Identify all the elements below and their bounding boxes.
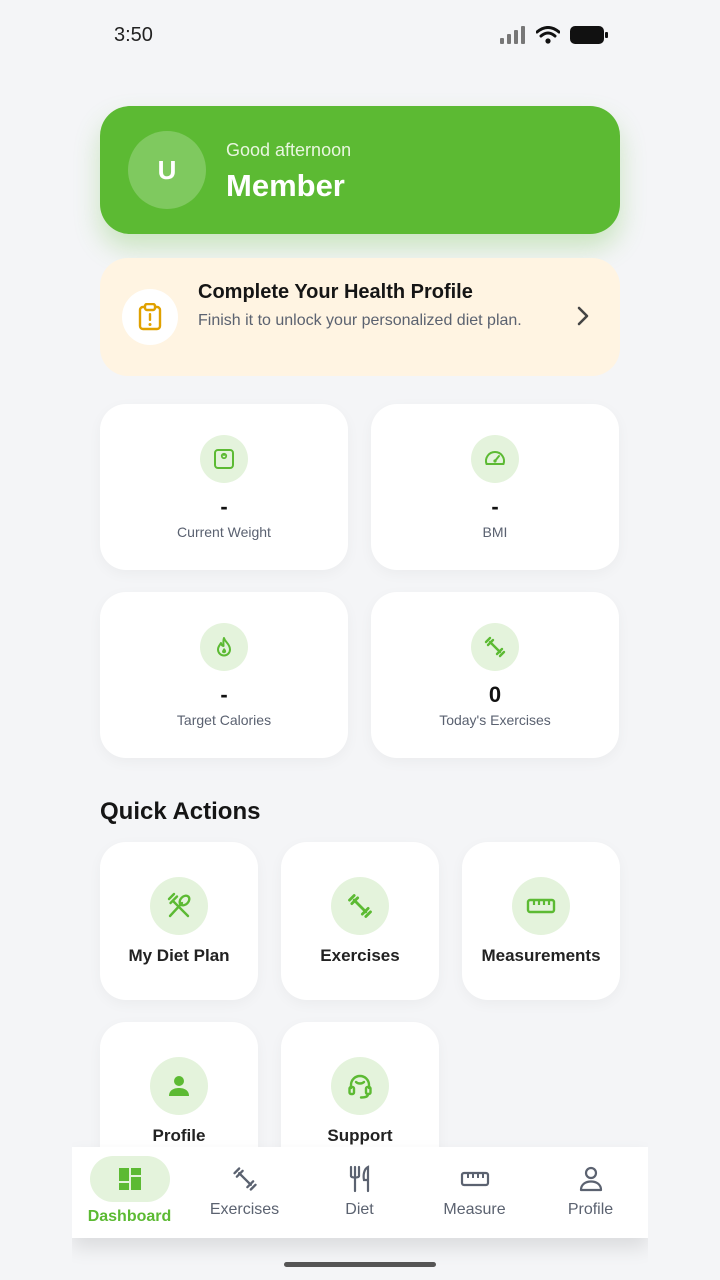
nav-item-diet[interactable]: Diet <box>302 1147 417 1238</box>
stat-label: Today's Exercises <box>439 712 551 728</box>
quick-action-label: Measurements <box>481 946 601 965</box>
dumbbell-icon <box>471 623 519 671</box>
stat-label: Target Calories <box>176 712 272 728</box>
stat-card-current-weight[interactable]: - Current Weight <box>100 404 348 570</box>
stat-card-bmi[interactable]: - BMI <box>371 404 619 570</box>
person-icon <box>150 1057 208 1115</box>
dumbbell-icon <box>205 1156 285 1202</box>
home-indicator <box>284 1262 436 1267</box>
quick-action-label: Profile <box>152 1126 206 1145</box>
headset-icon <box>331 1057 389 1115</box>
nav-label: Measure <box>443 1201 506 1218</box>
speedometer-icon <box>471 435 519 483</box>
stat-value: - <box>220 682 228 707</box>
bottom-navigation: Dashboard Exercises Diet Measure Profile <box>72 1147 648 1238</box>
quick-actions-title: Quick Actions <box>100 798 261 825</box>
nav-label: Diet <box>345 1201 374 1218</box>
stat-value: 0 <box>488 682 502 707</box>
quick-action-my-diet-plan[interactable]: My Diet Plan <box>100 842 258 1000</box>
clipboard-alert-icon <box>122 289 178 345</box>
dashboard-icon <box>89 1156 170 1202</box>
person-icon <box>551 1156 631 1202</box>
battery-icon <box>570 26 608 44</box>
stat-card-target-calories[interactable]: - Target Calories <box>100 592 348 758</box>
quick-action-exercises[interactable]: Exercises <box>281 842 439 1000</box>
ruler-icon <box>435 1156 515 1202</box>
wifi-icon <box>536 26 560 44</box>
nav-item-dashboard[interactable]: Dashboard <box>72 1147 187 1238</box>
chevron-right-icon <box>577 306 589 326</box>
nav-label: Profile <box>567 1201 614 1218</box>
quick-action-label: My Diet Plan <box>128 946 230 965</box>
avatar[interactable]: U <box>128 131 206 209</box>
complete-profile-banner[interactable]: Complete Your Health Profile Finish it t… <box>100 258 620 376</box>
greeting-card: U Good afternoon Member <box>100 106 620 234</box>
banner-title: Complete Your Health Profile <box>198 281 473 303</box>
utensils-icon <box>150 877 208 935</box>
quick-action-label: Exercises <box>320 946 400 965</box>
nav-item-measure[interactable]: Measure <box>417 1147 532 1238</box>
nav-item-profile[interactable]: Profile <box>533 1147 648 1238</box>
flame-icon <box>200 623 248 671</box>
status-time: 3:50 <box>114 24 153 46</box>
quick-action-label: Support <box>327 1126 393 1145</box>
stat-value: - <box>220 494 228 519</box>
status-icons <box>500 26 608 44</box>
status-bar: 3:50 <box>72 0 648 72</box>
stat-label: BMI <box>482 524 508 540</box>
stat-value: - <box>491 494 499 519</box>
stat-label: Current Weight <box>177 524 271 540</box>
fork-knife-icon <box>320 1156 400 1202</box>
dumbbell-icon <box>331 877 389 935</box>
ruler-icon <box>512 877 570 935</box>
quick-action-measurements[interactable]: Measurements <box>462 842 620 1000</box>
scale-icon <box>200 435 248 483</box>
app-screen: 3:50 U Good afternoon Member Complete Yo… <box>72 0 648 1280</box>
banner-subtitle: Finish it to unlock your personalized di… <box>198 312 522 329</box>
nav-label: Exercises <box>209 1201 280 1218</box>
user-name: Member <box>226 168 345 203</box>
greeting-text: Good afternoon <box>226 140 352 160</box>
nav-item-exercises[interactable]: Exercises <box>187 1147 302 1238</box>
signal-icon <box>500 26 525 44</box>
stat-card-todays-exercises[interactable]: 0 Today's Exercises <box>371 592 619 758</box>
nav-label: Dashboard <box>87 1208 172 1225</box>
